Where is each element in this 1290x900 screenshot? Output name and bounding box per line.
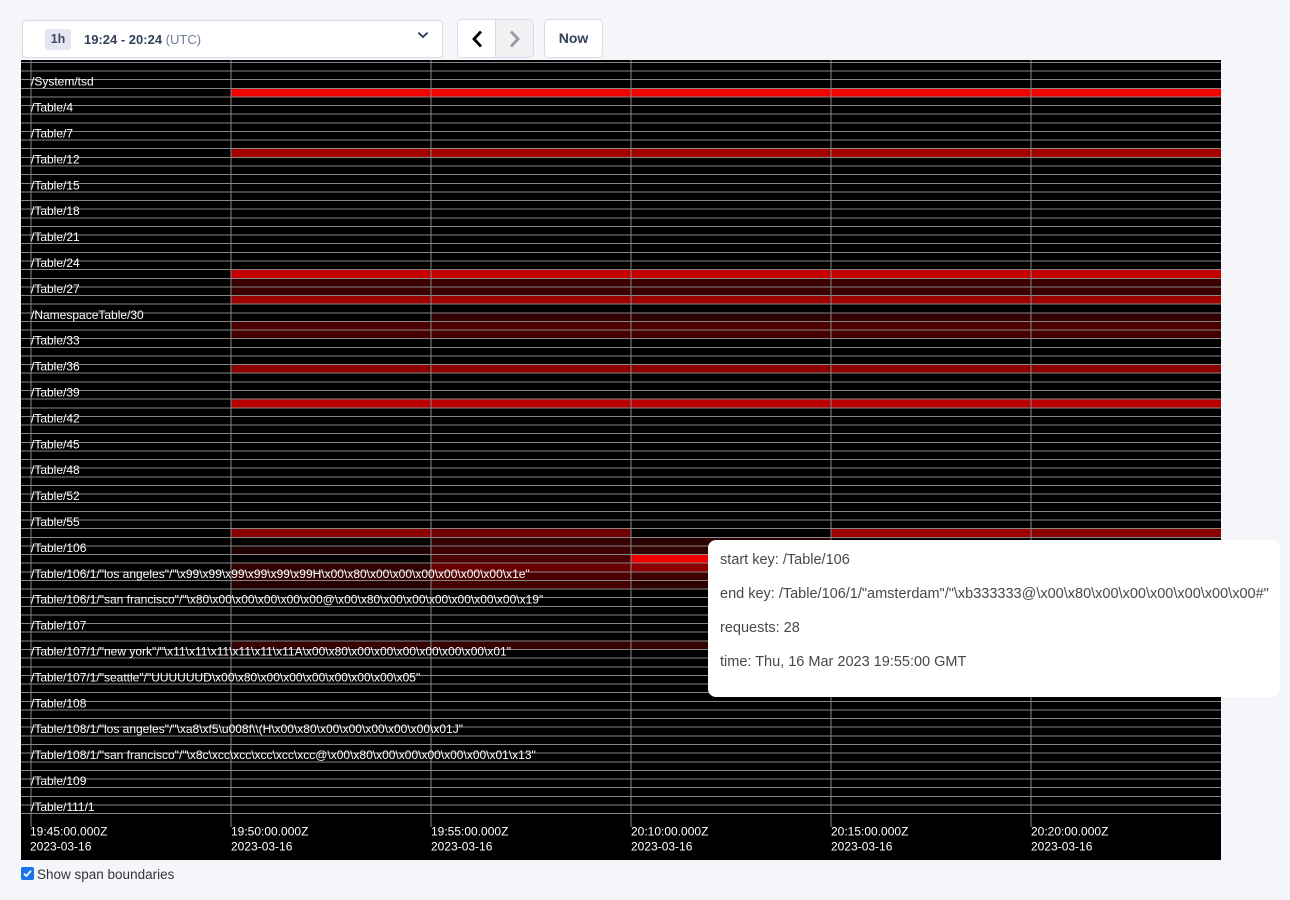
svg-text:/Table/15: /Table/15	[31, 178, 80, 192]
svg-text:/Table/12: /Table/12	[31, 152, 80, 166]
svg-text:/Table/107/1/"new york"/"\x11\: /Table/107/1/"new york"/"\x11\x11\x11\x1…	[31, 645, 511, 659]
svg-text:/Table/108/1/"san francisco"/": /Table/108/1/"san francisco"/"\x8c\xcc\x…	[31, 748, 536, 762]
svg-text:/Table/21: /Table/21	[31, 230, 80, 244]
svg-text:2023-03-16: 2023-03-16	[1031, 840, 1093, 854]
svg-text:/Table/106/1/"san francisco"/": /Table/106/1/"san francisco"/"\x80\x00\x…	[31, 593, 543, 607]
svg-text:/Table/36: /Table/36	[31, 360, 80, 374]
svg-text:/Table/18: /Table/18	[31, 204, 80, 218]
svg-text:19:50:00.000Z: 19:50:00.000Z	[231, 825, 308, 839]
svg-text:/Table/107/1/"seattle"/"UUUUUU: /Table/107/1/"seattle"/"UUUUUUD\x00\x80\…	[31, 670, 420, 684]
svg-text:/Table/106/1/"los angeles"/"\x: /Table/106/1/"los angeles"/"\x99\x99\x99…	[31, 567, 530, 581]
svg-text:/NamespaceTable/30: /NamespaceTable/30	[31, 308, 144, 322]
svg-text:/Table/39: /Table/39	[31, 385, 80, 399]
svg-text:/Table/109: /Table/109	[31, 774, 87, 788]
svg-text:20:10:00.000Z: 20:10:00.000Z	[631, 825, 708, 839]
svg-text:20:15:00.000Z: 20:15:00.000Z	[831, 825, 908, 839]
svg-text:/Table/7: /Table/7	[31, 126, 73, 140]
svg-text:19:55:00.000Z: 19:55:00.000Z	[431, 825, 508, 839]
svg-text:20:20:00.000Z: 20:20:00.000Z	[1031, 825, 1108, 839]
svg-text:/Table/111/1: /Table/111/1	[31, 800, 95, 814]
svg-text:/Table/55: /Table/55	[31, 515, 80, 529]
svg-text:/Table/45: /Table/45	[31, 437, 80, 451]
svg-text:2023-03-16: 2023-03-16	[831, 840, 893, 854]
svg-text:/Table/52: /Table/52	[31, 489, 80, 503]
svg-text:2023-03-16: 2023-03-16	[631, 840, 693, 854]
svg-text:2023-03-16: 2023-03-16	[30, 840, 92, 854]
svg-text:19:45:00.000Z: 19:45:00.000Z	[30, 825, 107, 839]
svg-text:/Table/108/1/"los angeles"/"\x: /Table/108/1/"los angeles"/"\xa8\xf5\u00…	[31, 722, 463, 736]
svg-text:/Table/33: /Table/33	[31, 334, 80, 348]
svg-text:/Table/4: /Table/4	[31, 101, 73, 115]
svg-text:/System/tsd: /System/tsd	[31, 75, 94, 89]
svg-text:/Table/48: /Table/48	[31, 463, 80, 477]
svg-text:/Table/42: /Table/42	[31, 411, 80, 425]
svg-text:/Table/24: /Table/24	[31, 256, 80, 270]
svg-text:/Table/107: /Table/107	[31, 619, 87, 633]
svg-text:2023-03-16: 2023-03-16	[231, 840, 293, 854]
svg-text:/Table/106: /Table/106	[31, 541, 87, 555]
svg-text:/Table/27: /Table/27	[31, 282, 80, 296]
svg-text:/Table/108: /Table/108	[31, 696, 87, 710]
svg-text:2023-03-16: 2023-03-16	[431, 840, 493, 854]
